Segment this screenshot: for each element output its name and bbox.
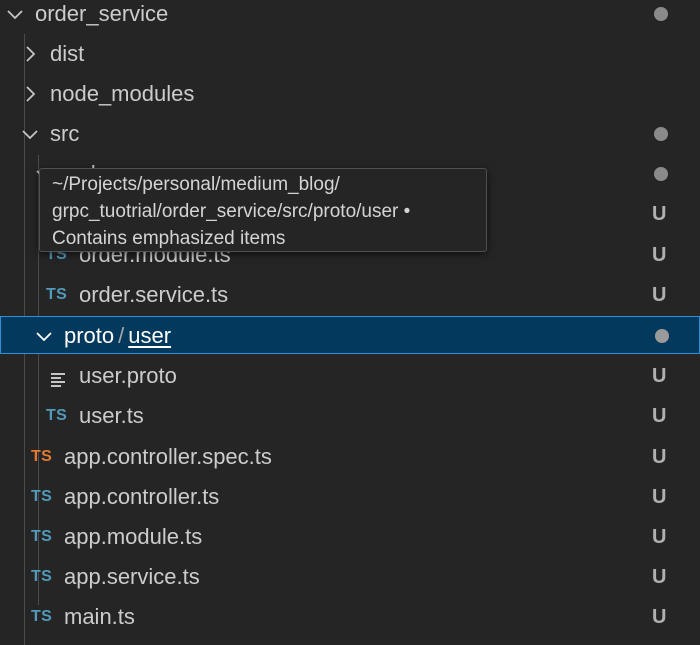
tree-item-app-controller-spec-ts[interactable]: TS app.controller.spec.ts U: [0, 437, 700, 477]
path-tooltip: ~/Projects/personal/medium_blog/ grpc_tu…: [39, 168, 487, 252]
tree-item-app-module-ts[interactable]: TS app.module.ts U: [0, 517, 700, 557]
untracked-status: U: [652, 526, 667, 548]
tree-item-node-modules[interactable]: node_modules: [0, 74, 700, 114]
untracked-status: U: [652, 566, 667, 588]
tree-item-label: app.service.ts: [64, 564, 200, 589]
typescript-file-icon: TS: [46, 407, 68, 424]
path-segment-proto[interactable]: proto: [64, 323, 114, 348]
tree-item-label: dist: [50, 41, 85, 66]
chevron-right-icon: [21, 45, 39, 63]
typescript-file-icon: TS: [31, 488, 53, 505]
tooltip-line: grpc_tuotrial/order_service/src/proto/us…: [52, 201, 411, 222]
tree-item-label: user.ts: [79, 403, 144, 428]
path-separator: /: [118, 323, 125, 348]
tree-item-label: node_modules: [50, 81, 195, 106]
tree-item-app-service-ts[interactable]: TS app.service.ts U: [0, 557, 700, 597]
tree-item-proto-user[interactable]: proto / user: [0, 316, 700, 354]
tree-item-dist[interactable]: dist: [0, 34, 700, 74]
tree-item-user-proto[interactable]: user.proto U: [0, 356, 700, 396]
tree-item-main-ts[interactable]: TS main.ts U: [0, 597, 700, 637]
tree-item-label: app.controller.ts: [64, 484, 220, 509]
untracked-status: U: [652, 284, 667, 306]
tree-item-src[interactable]: src: [0, 114, 700, 154]
chevron-down-icon: [35, 327, 53, 345]
typescript-file-icon: TS: [31, 608, 53, 625]
typescript-file-icon: TS: [31, 528, 53, 545]
modified-dot-icon: [654, 127, 668, 141]
tree-item-user-ts[interactable]: TS user.ts U: [0, 396, 700, 436]
untracked-status: U: [652, 365, 667, 387]
modified-dot-icon: [654, 167, 668, 181]
chevron-down-icon: [6, 5, 24, 23]
tree-item-order-service-ts[interactable]: TS order.service.ts U: [0, 275, 700, 315]
path-segment-user[interactable]: user: [128, 323, 171, 348]
untracked-status: U: [652, 446, 667, 468]
tree-item-label: proto / user: [64, 317, 171, 355]
tree-item-label: main.ts: [64, 604, 135, 629]
tree-item-label: app.module.ts: [64, 524, 203, 549]
untracked-status: U: [652, 405, 667, 427]
tree-item-order-service[interactable]: order_service: [0, 0, 700, 34]
typescript-file-icon: TS: [46, 286, 68, 303]
tooltip-line: ~/Projects/personal/medium_blog/: [52, 174, 340, 195]
typescript-file-icon: TS: [31, 448, 53, 465]
tree-item-app-controller-ts[interactable]: TS app.controller.ts U: [0, 477, 700, 517]
untracked-status: U: [652, 244, 667, 266]
tree-item-label: app.controller.spec.ts: [64, 444, 272, 469]
text-file-icon: [50, 368, 68, 387]
untracked-status: U: [652, 606, 667, 628]
untracked-status: U: [652, 486, 667, 508]
modified-dot-icon: [654, 7, 668, 21]
tooltip-line: Contains emphasized items: [52, 228, 286, 249]
tree-item-label: order.service.ts: [79, 282, 229, 307]
file-explorer-tree: order_service dist node_modules src orde…: [0, 0, 700, 645]
modified-dot-icon: [655, 329, 669, 343]
typescript-file-icon: TS: [31, 568, 53, 585]
tree-item-label: src: [50, 121, 80, 146]
untracked-status: U: [652, 203, 667, 225]
tree-item-label: user.proto: [79, 363, 177, 388]
tree-item-label: order_service: [35, 1, 169, 26]
chevron-down-icon: [21, 125, 39, 143]
chevron-right-icon: [21, 85, 39, 103]
